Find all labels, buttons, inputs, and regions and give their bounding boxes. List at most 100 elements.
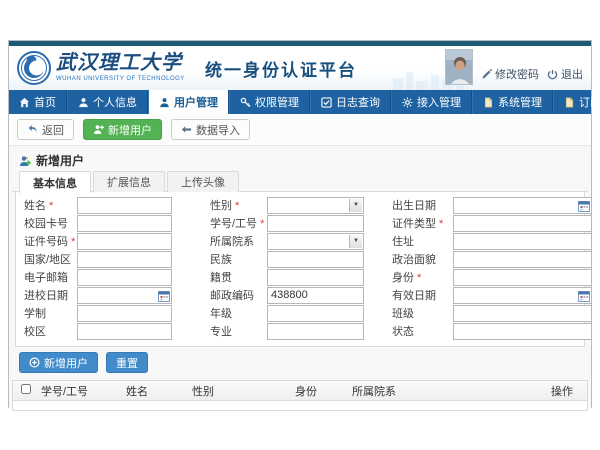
logout-link[interactable]: 退出 [547,66,583,85]
nav-item-label: 首页 [34,94,56,110]
logout-label: 退出 [561,66,583,82]
schooling-length-label: 学制 [24,305,77,321]
data-import-button[interactable]: 数据导入 [171,119,250,140]
student-id-input[interactable] [267,215,364,232]
pencil-icon [481,69,492,80]
section-title: 新增用户 [36,152,84,169]
gear-icon [402,97,413,108]
grade-label: 年级 [210,305,267,321]
calendar-icon[interactable] [578,200,590,212]
users-table: 学号/工号姓名性别身份所属院系操作 [12,380,588,411]
name-label: 姓名* [24,197,77,213]
toolbar-add-user-button[interactable]: 新增用户 [83,119,162,140]
form-row: 国家/地区民族政治面貌 [16,250,584,268]
department-select[interactable]: ▼ [267,233,364,250]
gender-label: 性别* [210,197,267,213]
brand-block: 武汉理工大学 WUHAN UNIVERSITY OF TECHNOLOGY [56,53,185,82]
submit-add-user-button[interactable]: 新增用户 [19,352,98,373]
nav-item-home[interactable]: 首页 [9,90,67,114]
column-header-department: 所属院系 [348,383,547,399]
country-region-input[interactable] [77,251,172,268]
id-number-input[interactable] [77,233,172,250]
required-marker: * [71,236,75,248]
undo-arrow-icon [27,124,38,135]
id-type-input[interactable] [453,215,592,232]
nav-item-personal-info[interactable]: 个人信息 [67,90,148,114]
data-import-label: 数据导入 [196,122,240,138]
table-header-row: 学号/工号姓名性别身份所属院系操作 [13,381,587,401]
tab-basic-info[interactable]: 基本信息 [19,171,91,193]
student-id-label: 学号/工号* [210,215,267,231]
class-input[interactable] [453,305,592,322]
campus-input[interactable] [77,323,172,340]
nav-item-log-query[interactable]: 日志查询 [310,90,391,114]
valid-date-input[interactable] [453,287,592,304]
calendar-icon[interactable] [158,290,170,302]
postal-code-input[interactable] [267,287,364,304]
address-label: 住址 [392,233,453,249]
document-icon [483,97,494,108]
valid-date-field [453,287,592,304]
select-all-checkbox[interactable] [21,384,31,394]
address-input[interactable] [453,233,592,250]
form-actions: 新增用户 重置 [9,347,591,378]
gender-select[interactable]: ▼ [267,197,364,214]
add-user-icon [19,155,31,167]
required-marker: * [235,200,239,212]
column-header-name: 姓名 [122,383,188,399]
app-header: 武汉理工大学 WUHAN UNIVERSITY OF TECHNOLOGY 统一… [9,46,591,90]
dropdown-arrow-icon[interactable]: ▼ [349,235,362,248]
major-label: 专业 [210,323,267,339]
arrow-left-icon [181,124,192,135]
class-label: 班级 [392,305,453,321]
name-input[interactable] [77,197,172,214]
change-password-link[interactable]: 修改密码 [481,66,539,85]
email-label: 电子邮箱 [24,269,77,285]
email-input[interactable] [77,269,172,286]
header-user-area: 修改密码 退出 [445,49,583,85]
back-button-label: 返回 [42,122,64,138]
ethnicity-input[interactable] [267,251,364,268]
university-name-en: WUHAN UNIVERSITY OF TECHNOLOGY [56,76,185,82]
dropdown-arrow-icon[interactable]: ▼ [349,199,362,212]
column-header-student-id: 学号/工号 [37,383,122,399]
political-status-input[interactable] [453,251,592,268]
status-input[interactable] [453,323,592,340]
campus-card-input[interactable] [77,215,172,232]
identity-input[interactable] [453,269,592,286]
nav-item-label: 用户管理 [174,94,218,110]
change-password-label: 修改密码 [495,66,539,82]
nav-item-subscription-management[interactable]: 订阅管理 [553,90,600,114]
calendar-icon[interactable] [578,290,590,302]
form-panel: 姓名*性别*▼出生日期校园卡号学号/工号*证件类型*证件号码*所属院系▼住址国家… [15,192,585,347]
native-place-input[interactable] [267,269,364,286]
user-icon [159,97,170,108]
major-input[interactable] [267,323,364,340]
required-marker: * [439,218,443,230]
schooling-length-input[interactable] [77,305,172,322]
grade-input[interactable] [267,305,364,322]
valid-date-label: 有效日期 [392,287,453,303]
nav-item-label: 日志查询 [336,94,380,110]
column-header-actions: 操作 [547,383,587,399]
form-row: 电子邮箱籍贯身份* [16,268,584,286]
submit-add-user-label: 新增用户 [44,355,88,371]
screenshot-canvas: 武汉理工大学 WUHAN UNIVERSITY OF TECHNOLOGY 统一… [0,0,600,450]
back-button[interactable]: 返回 [17,119,74,140]
form-row: 姓名*性别*▼出生日期 [16,196,584,214]
campus-label: 校区 [24,323,77,339]
column-header-identity: 身份 [291,383,348,399]
birth-date-input[interactable] [453,197,592,214]
nav-item-system-management[interactable]: 系统管理 [472,90,553,114]
nav-item-user-management[interactable]: 用户管理 [148,90,229,114]
reset-button[interactable]: 重置 [106,352,148,373]
political-status-label: 政治面貌 [392,251,453,267]
tab-upload-avatar[interactable]: 上传头像 [167,171,239,192]
nav-item-access-management[interactable]: 接入管理 [391,90,472,114]
form-row: 校园卡号学号/工号*证件类型* [16,214,584,232]
form-grid: 姓名*性别*▼出生日期校园卡号学号/工号*证件类型*证件号码*所属院系▼住址国家… [16,196,584,340]
form-row: 学制 年级 班级 [16,304,584,322]
nav-item-permission-management[interactable]: 权限管理 [229,90,310,114]
tab-extended-info[interactable]: 扩展信息 [93,171,165,192]
university-logo-icon [17,51,51,85]
